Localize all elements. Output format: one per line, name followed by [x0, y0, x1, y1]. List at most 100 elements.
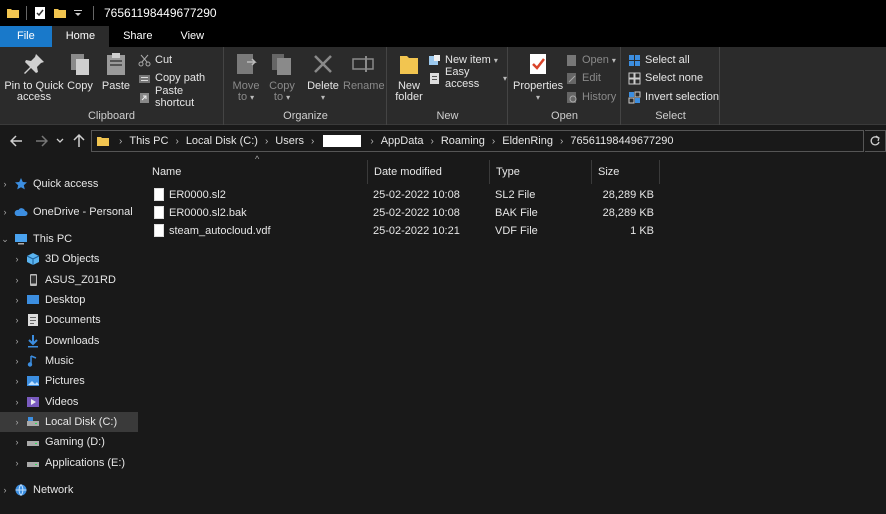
- tab-home[interactable]: Home: [51, 26, 110, 47]
- music-icon: [26, 354, 40, 368]
- sidebar-item-videos[interactable]: › Videos: [0, 392, 138, 412]
- history-button[interactable]: History: [565, 89, 616, 105]
- new-folder-label-2: folder: [395, 91, 423, 103]
- sidebar-item-3d-objects[interactable]: › 3D Objects: [0, 249, 138, 269]
- properties-button[interactable]: Properties ▾: [513, 51, 563, 103]
- open-button[interactable]: Open ▾: [565, 52, 616, 68]
- sidebar-item-downloads[interactable]: › Downloads: [0, 331, 138, 351]
- chevron-down-icon[interactable]: ⌄: [0, 234, 10, 245]
- file-size: 1 KB: [630, 225, 654, 237]
- copy-button[interactable]: Copy: [65, 51, 95, 92]
- back-arrow-icon[interactable]: [8, 131, 26, 151]
- properties-label: Properties: [513, 80, 564, 92]
- chevron-right-icon[interactable]: ›: [12, 275, 22, 285]
- edit-button[interactable]: Edit: [565, 70, 601, 86]
- sidebar-item-network[interactable]: › Network: [0, 480, 138, 500]
- chevron-right-icon[interactable]: ›: [12, 437, 22, 447]
- sidebar-item-documents[interactable]: › Documents: [0, 310, 138, 330]
- chevron-down-icon: ▾: [320, 93, 325, 102]
- sidebar-item-gaming-d[interactable]: › Gaming (D:): [0, 432, 138, 452]
- chevron-right-icon[interactable]: ›: [12, 254, 22, 264]
- new-folder-button[interactable]: New folder: [392, 51, 426, 103]
- breadcrumb-separator[interactable]: ›: [311, 136, 314, 147]
- breadcrumb-current-folder[interactable]: 76561198449677290: [570, 135, 673, 147]
- breadcrumb-local-disk[interactable]: Local Disk (C:): [186, 135, 258, 147]
- table-row[interactable]: ER0000.sl2.bak 25-02-2022 10:08 BAK File…: [146, 204, 661, 222]
- sidebar-item-pictures[interactable]: › Pictures: [0, 371, 138, 391]
- breadcrumb-eldenring[interactable]: EldenRing: [502, 135, 553, 147]
- breadcrumb-separator[interactable]: ›: [265, 136, 268, 147]
- address-bar[interactable]: › This PC › Local Disk (C:) › Users › › …: [91, 130, 864, 152]
- chevron-right-icon[interactable]: ›: [12, 356, 22, 366]
- select-all-button[interactable]: Select all: [628, 52, 690, 68]
- breadcrumb-this-pc[interactable]: This PC: [129, 135, 168, 147]
- redacted-username[interactable]: [323, 135, 362, 147]
- new-folder-icon[interactable]: [53, 6, 67, 20]
- copy-path-button[interactable]: Copy path: [138, 70, 205, 86]
- sidebar-item-asus[interactable]: › ASUS_Z01RD: [0, 270, 138, 290]
- tab-view[interactable]: View: [166, 26, 218, 47]
- chevron-right-icon[interactable]: ›: [0, 485, 10, 495]
- sidebar-item-music[interactable]: › Music: [0, 351, 138, 371]
- recent-locations-chevron-icon[interactable]: [54, 131, 66, 151]
- breadcrumb-separator[interactable]: ›: [175, 136, 178, 147]
- chevron-right-icon[interactable]: ›: [12, 295, 22, 305]
- paste-shortcut-icon: [138, 91, 151, 104]
- cube-icon: [26, 252, 40, 266]
- customize-toolbar-icon[interactable]: [73, 6, 87, 20]
- table-row[interactable]: ER0000.sl2 25-02-2022 10:08 SL2 File 28,…: [146, 186, 661, 204]
- sidebar-item-local-disk-c[interactable]: › Local Disk (C:): [0, 412, 138, 432]
- sidebar-item-desktop[interactable]: › Desktop: [0, 290, 138, 310]
- chevron-right-icon[interactable]: ›: [12, 417, 22, 427]
- sidebar-item-applications-e[interactable]: › Applications (E:): [0, 453, 138, 473]
- sidebar-item-this-pc[interactable]: ⌄ This PC: [0, 229, 138, 249]
- pin-to-quick-access-button[interactable]: Pin to Quick access: [4, 51, 64, 103]
- up-arrow-icon[interactable]: [70, 131, 88, 151]
- column-header-size[interactable]: Size: [592, 160, 660, 184]
- sidebar-item-onedrive[interactable]: › OneDrive - Personal: [0, 202, 138, 222]
- forward-arrow-icon[interactable]: [32, 131, 50, 151]
- rename-button[interactable]: Rename: [343, 51, 385, 92]
- column-header-type[interactable]: Type: [490, 160, 592, 184]
- breadcrumb-separator[interactable]: ›: [560, 136, 563, 147]
- file-size: 28,289 KB: [602, 189, 654, 201]
- cut-label: Cut: [155, 54, 173, 66]
- paste-shortcut-button[interactable]: Paste shortcut: [138, 85, 223, 109]
- rename-icon: [350, 51, 376, 77]
- easy-access-button[interactable]: Easy access ▾: [428, 66, 507, 90]
- chevron-right-icon[interactable]: ›: [12, 397, 22, 407]
- chevron-right-icon[interactable]: ›: [12, 458, 22, 468]
- chevron-right-icon[interactable]: ›: [12, 336, 22, 346]
- breadcrumb-separator[interactable]: ›: [370, 136, 373, 147]
- select-none-button[interactable]: Select none: [628, 70, 703, 86]
- column-header-name[interactable]: Name: [146, 160, 368, 184]
- tab-file[interactable]: File: [0, 26, 52, 47]
- clipboard-group-label: Clipboard: [87, 110, 136, 122]
- copy-to-button[interactable]: Copy to ▾: [265, 51, 299, 103]
- chevron-right-icon[interactable]: ›: [12, 315, 22, 325]
- cut-button[interactable]: Cut: [138, 52, 172, 68]
- chevron-right-icon[interactable]: ›: [12, 376, 22, 386]
- organize-group: Move to ▾ Copy to ▾ Delete ▾ Rename Organi…: [225, 47, 387, 125]
- properties-check-icon[interactable]: [33, 6, 47, 20]
- tab-share[interactable]: Share: [109, 26, 166, 47]
- breadcrumb-users[interactable]: Users: [275, 135, 304, 147]
- move-to-button[interactable]: Move to ▾: [229, 51, 263, 103]
- sidebar-item-quick-access[interactable]: › Quick access: [0, 174, 138, 194]
- chevron-right-icon[interactable]: ›: [0, 179, 10, 189]
- breadcrumb-appdata[interactable]: AppData: [381, 135, 424, 147]
- breadcrumb-separator[interactable]: ›: [119, 136, 122, 147]
- delete-label: Delete: [307, 80, 339, 92]
- paste-button[interactable]: Paste: [100, 51, 132, 92]
- breadcrumb-separator[interactable]: ›: [492, 136, 495, 147]
- drive-icon: [26, 456, 40, 470]
- invert-selection-button[interactable]: Invert selection: [628, 89, 719, 105]
- chevron-right-icon[interactable]: ›: [0, 207, 10, 217]
- table-row[interactable]: steam_autocloud.vdf 25-02-2022 10:21 VDF…: [146, 222, 661, 240]
- column-header-date-modified[interactable]: Date modified: [368, 160, 490, 184]
- copy-to-label-2-text: to: [273, 91, 284, 103]
- breadcrumb-roaming[interactable]: Roaming: [441, 135, 485, 147]
- breadcrumb-separator[interactable]: ›: [431, 136, 434, 147]
- delete-button[interactable]: Delete ▾: [305, 51, 341, 103]
- refresh-icon[interactable]: [865, 130, 886, 152]
